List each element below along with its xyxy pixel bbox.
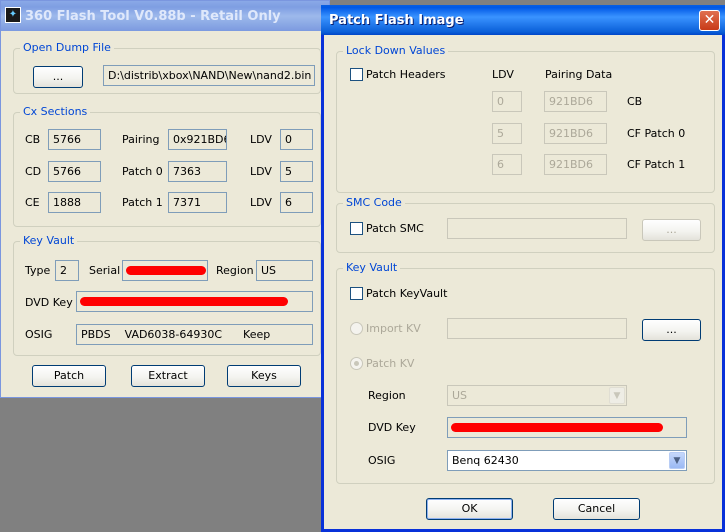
cb-ldv-input: 0 [492,91,522,112]
ce-label: CE [25,196,40,209]
import-kv-radio [350,322,363,335]
import-kv-label: Import KV [366,322,421,335]
dialog-title: Patch Flash Image [329,13,464,28]
cx-sections-legend: Cx Sections [20,105,91,118]
open-dump-group: Open Dump File ... D:\distrib\xbox\NAND\… [13,41,321,94]
lock-down-legend: Lock Down Values [343,44,449,57]
cb-pairing-input: 921BD6 [544,91,607,112]
patch-kv-radio-label: Patch KV [366,357,415,370]
serial-label: Serial [89,264,121,277]
cb-ldv-field: 0 [280,129,313,150]
main-window-title: 360 Flash Tool V0.88b - Retail Only [25,9,281,24]
patch-kv-radio-dot [354,361,359,366]
patch-kv-radio [350,357,363,370]
osig-select[interactable]: Benq 62430 ▼ [447,450,687,471]
close-icon[interactable]: ✕ [699,10,720,31]
patch-keyvault-checkbox[interactable] [350,287,363,300]
cf-patch0-row-label: CF Patch 0 [627,127,686,140]
dialog-titlebar[interactable]: Patch Flash Image ✕ [321,5,725,35]
cb-row-label: CB [627,95,643,108]
region-select-value: US [452,389,468,402]
region-select: US ▼ [447,385,627,406]
patch-smc-label: Patch SMC [366,222,424,235]
region-label: Region [368,389,406,402]
dialog-key-vault-group: Key Vault Patch KeyVault Import KV ... P… [336,261,715,484]
osig-select-value: Benq 62430 [452,454,519,467]
patch0-label: Patch 0 [122,165,163,178]
cb-label: CB [25,133,41,146]
patch-headers-label: Patch Headers [366,68,446,81]
key-vault-legend: Key Vault [20,234,78,247]
keys-button[interactable]: Keys [227,365,301,387]
pairing-value-field: 0x921BD6 [168,129,227,150]
dvd-key-label: DVD Key [25,296,73,309]
dialog-dvd-key-redaction [451,423,663,432]
cf-patch1-row-label: CF Patch 1 [627,158,686,171]
cd-ldv-field: 5 [280,161,313,182]
patch0-value-field: 7363 [168,161,227,182]
cb-ldv-label: LDV [250,133,272,146]
dialog-osig-label: OSIG [368,454,396,467]
cb-value-field: 5766 [48,129,101,150]
browse-dump-button[interactable]: ... [33,66,83,88]
patch-smc-checkbox[interactable] [350,222,363,235]
pairing-column-header: Pairing Data [545,68,613,81]
patch-keyvault-label: Patch KeyVault [366,287,448,300]
ok-button[interactable]: OK [426,498,513,520]
cf-patch0-pairing-input: 921BD6 [544,123,607,144]
import-kv-path-field [447,318,627,339]
extract-button[interactable]: Extract [131,365,205,387]
smc-code-group: SMC Code Patch SMC ... [336,196,715,253]
ce-value-field: 1888 [48,192,101,213]
cancel-button[interactable]: Cancel [553,498,640,520]
serial-redaction [126,266,206,275]
dump-path-field[interactable]: D:\distrib\xbox\NAND\New\nand2.bin [103,65,315,86]
lock-down-group: Lock Down Values Patch Headers LDV Pairi… [336,44,715,193]
import-kv-browse-button[interactable]: ... [642,319,701,341]
open-dump-legend: Open Dump File [20,41,114,54]
smc-code-legend: SMC Code [343,196,405,209]
cd-value-field: 5766 [48,161,101,182]
key-vault-group: Key Vault Type 2 Serial Region US DVD Ke… [13,234,321,356]
cf-patch1-ldv-input: 6 [492,154,522,175]
cd-label: CD [25,165,42,178]
region-label: Region [216,264,254,277]
osig-field: PBDS VAD6038-64930C Keep [76,324,313,345]
patch1-label: Patch 1 [122,196,163,209]
patch-headers-checkbox[interactable] [350,68,363,81]
patch-dialog: Patch Flash Image ✕ Lock Down Values Pat… [321,5,725,532]
type-label: Type [25,264,51,277]
region-field: US [256,260,313,281]
main-titlebar[interactable]: ✦ 360 Flash Tool V0.88b - Retail Only [1,1,329,31]
dvd-key-redaction [80,297,288,306]
cx-sections-group: Cx Sections CB 5766 Pairing 0x921BD6 LDV… [13,105,321,227]
cd-ldv-label: LDV [250,165,272,178]
smc-browse-button: ... [642,219,701,241]
chevron-down-icon[interactable]: ▼ [669,452,685,469]
dialog-key-vault-legend: Key Vault [343,261,401,274]
dialog-dvd-key-label: DVD Key [368,421,416,434]
ce-ldv-field: 6 [280,192,313,213]
patch1-value-field: 7371 [168,192,227,213]
type-field: 2 [55,260,79,281]
main-window: ✦ 360 Flash Tool V0.88b - Retail Only Op… [0,0,330,398]
ldv-column-header: LDV [492,68,514,81]
cf-patch1-pairing-input: 921BD6 [544,154,607,175]
cf-patch0-ldv-input: 5 [492,123,522,144]
ce-ldv-label: LDV [250,196,272,209]
app-icon: ✦ [5,7,21,23]
patch-button[interactable]: Patch [32,365,106,387]
pairing-label: Pairing [122,133,160,146]
chevron-down-icon: ▼ [609,387,625,404]
smc-path-field [447,218,627,239]
osig-label: OSIG [25,328,53,341]
